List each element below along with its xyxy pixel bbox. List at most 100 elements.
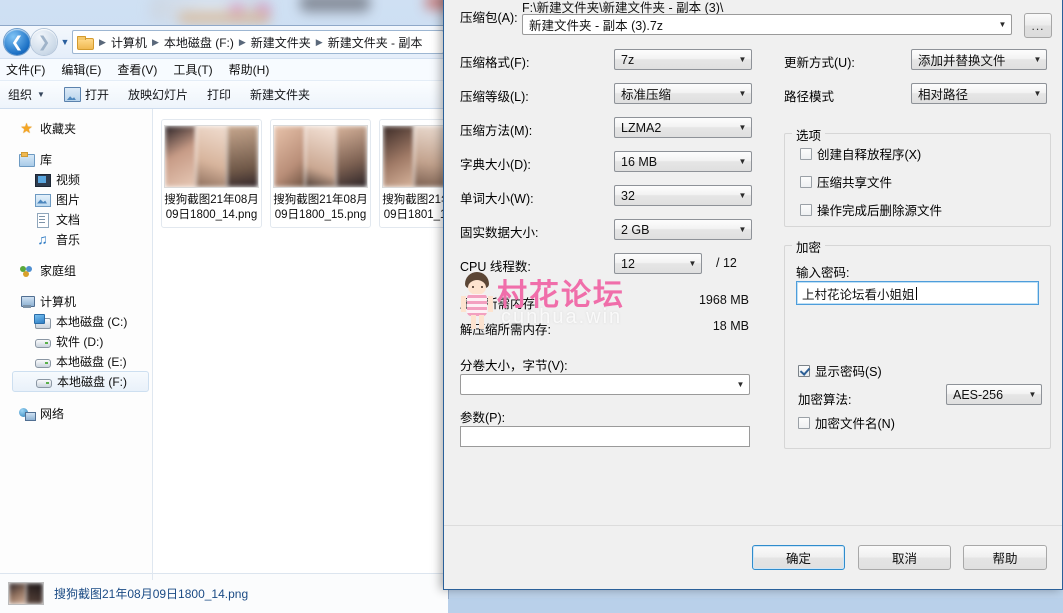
slideshow-button[interactable]: 放映幻灯片	[128, 86, 188, 103]
sidebar-item-documents[interactable]: 文档	[0, 209, 152, 229]
breadcrumb-separator: ▶	[238, 36, 246, 47]
back-arrow-icon[interactable]: ❮	[4, 29, 30, 55]
checkbox-box	[798, 416, 810, 429]
blurred-backdrop-shape	[178, 12, 270, 24]
open-button[interactable]: 打开	[63, 86, 109, 103]
drive-icon	[35, 374, 52, 389]
memory-compress-label: 压缩所需内存:	[460, 297, 539, 311]
breadcrumb-item-computer[interactable]: 计算机	[110, 34, 148, 51]
sidebar-item-music[interactable]: ♫ 音乐	[0, 229, 152, 249]
dictionary-combo[interactable]: 16 MB ▼	[614, 151, 752, 172]
explorer-window: ❮ ❯ ▼ ▶ 计算机 ▶ 本地磁盘 (F:) ▶ 新建文件夹 ▶ 新建文件夹 …	[0, 26, 448, 613]
sidebar-item-label: 图片	[56, 192, 81, 207]
checkbox-compress-shared[interactable]: 压缩共享文件	[800, 172, 892, 191]
thumbnail-grid: 搜狗截图21年08月09日1800_14.png 搜狗截图21年08月09日18…	[161, 119, 448, 228]
details-pane-label: 搜狗截图21年08月09日1800_14.png	[54, 587, 249, 601]
list-item[interactable]: 搜狗截图21年08月09日1800_15.png	[270, 119, 371, 228]
format-combo[interactable]: 7z ▼	[614, 49, 752, 70]
password-input[interactable]: 上村花论坛看小姐姐	[796, 281, 1039, 305]
word-size-label: 单词大小(W):	[460, 192, 534, 206]
menu-tools[interactable]: 工具(T)	[173, 61, 212, 78]
checkbox-label: 压缩共享文件	[817, 176, 893, 190]
menu-edit[interactable]: 编辑(E)	[61, 61, 101, 78]
sidebar-item-libraries[interactable]: 库	[0, 149, 152, 169]
breadcrumb[interactable]: ▶ 计算机 ▶ 本地磁盘 (F:) ▶ 新建文件夹 ▶ 新建文件夹 - 副本	[72, 30, 444, 54]
chevron-down-icon: ▼	[738, 89, 747, 98]
cpu-threads-label: CPU 线程数:	[460, 260, 531, 274]
explorer-menu-bar: 文件(F) 编辑(E) 查看(V) 工具(T) 帮助(H)	[0, 59, 448, 81]
ok-button[interactable]: 确定	[752, 545, 845, 570]
menu-view[interactable]: 查看(V)	[117, 61, 157, 78]
help-button[interactable]: 帮助	[963, 545, 1047, 570]
text-caret	[915, 286, 917, 300]
breadcrumb-item-folder[interactable]: 新建文件夹	[250, 34, 312, 51]
breadcrumb-separator: ▶	[99, 36, 106, 47]
level-combo[interactable]: 标准压缩 ▼	[614, 83, 752, 104]
solid-block-combo[interactable]: 2 GB ▼	[614, 219, 752, 240]
chevron-down-icon: ▼	[1033, 55, 1042, 64]
checkbox-show-password[interactable]: 显示密码(S)	[798, 361, 882, 380]
list-item[interactable]: 搜狗截图21年08月09日1800_14.png	[161, 119, 262, 228]
breadcrumb-item-folder-copy[interactable]: 新建文件夹 - 副本	[327, 34, 424, 51]
drive-icon	[34, 334, 51, 349]
chevron-down-icon: ▼	[688, 259, 697, 268]
sidebar-item-videos[interactable]: 视频	[0, 169, 152, 189]
list-item[interactable]: 搜狗截图21年08月09日1801_16.png	[379, 119, 448, 228]
sidebar-item-drive-f[interactable]: 本地磁盘 (F:)	[12, 371, 149, 392]
print-button[interactable]: 打印	[207, 86, 231, 103]
sidebar-item-homegroup[interactable]: 家庭组	[0, 260, 152, 280]
update-mode-combo[interactable]: 添加并替换文件 ▼	[911, 49, 1047, 70]
sidebar-item-drive-d[interactable]: 软件 (D:)	[0, 331, 152, 351]
chevron-down-icon: ▼	[37, 90, 45, 99]
sidebar-item-pictures[interactable]: 图片	[0, 189, 152, 209]
chevron-down-icon: ▼	[738, 191, 747, 200]
browse-button[interactable]: ...	[1024, 13, 1052, 38]
encryption-algorithm-combo[interactable]: AES-256 ▼	[946, 384, 1042, 405]
sidebar-item-network[interactable]: 网络	[0, 403, 152, 423]
volume-size-combo[interactable]: ▼	[460, 374, 750, 395]
archive-name-combo[interactable]: 新建文件夹 - 副本 (3).7z ▼	[522, 14, 1012, 35]
details-pane-divider	[152, 508, 153, 580]
breadcrumb-item-drive-f[interactable]: 本地磁盘 (F:)	[163, 34, 235, 51]
word-size-combo[interactable]: 32 ▼	[614, 185, 752, 206]
sidebar-item-drive-e[interactable]: 本地磁盘 (E:)	[0, 351, 152, 371]
cancel-button[interactable]: 取消	[858, 545, 951, 570]
checkbox-delete-after[interactable]: 操作完成后删除源文件	[800, 200, 942, 219]
computer-icon	[18, 294, 35, 309]
chevron-down-icon: ▼	[998, 20, 1007, 29]
solid-block-value: 2 GB	[621, 222, 650, 237]
sidebar-item-computer[interactable]: 计算机	[0, 291, 152, 311]
path-mode-combo[interactable]: 相对路径 ▼	[911, 83, 1047, 104]
breadcrumb-separator: ▶	[315, 36, 323, 47]
encryption-group-title: 加密	[792, 237, 826, 256]
new-folder-button[interactable]: 新建文件夹	[250, 86, 310, 103]
sidebar-item-label: 本地磁盘 (C:)	[56, 314, 128, 329]
parameters-input[interactable]	[460, 426, 750, 447]
level-value: 标准压缩	[621, 88, 672, 102]
method-combo[interactable]: LZMA2 ▼	[614, 117, 752, 138]
volume-size-label: 分卷大小，字节(V):	[460, 359, 568, 373]
sidebar-item-favorites[interactable]: ★ 收藏夹	[0, 118, 152, 138]
sidebar-item-drive-c[interactable]: 本地磁盘 (C:)	[0, 311, 152, 331]
options-group-title: 选项	[792, 125, 826, 144]
file-list-pane[interactable]: 搜狗截图21年08月09日1800_14.png 搜狗截图21年08月09日18…	[153, 109, 448, 573]
checkbox-create-sfx[interactable]: 创建自释放程序(X)	[800, 144, 921, 163]
cpu-threads-combo[interactable]: 12 ▼	[614, 253, 702, 274]
menu-file[interactable]: 文件(F)	[6, 61, 45, 78]
menu-help[interactable]: 帮助(H)	[229, 61, 270, 78]
archive-name-value: 新建文件夹 - 副本 (3).7z	[529, 19, 664, 33]
solid-block-label: 固实数据大小:	[460, 226, 539, 240]
video-icon	[34, 172, 51, 187]
organize-button[interactable]: 组织 ▼	[8, 86, 45, 103]
forward-arrow-icon[interactable]: ❯	[31, 29, 57, 55]
chevron-down-icon: ▼	[738, 123, 747, 132]
checkbox-label: 操作完成后删除源文件	[817, 204, 943, 218]
picture-icon	[34, 192, 51, 207]
library-icon	[18, 151, 35, 167]
checkbox-label: 加密文件名(N)	[815, 417, 895, 431]
dictionary-label: 字典大小(D):	[460, 158, 531, 172]
checkbox-encrypt-filenames[interactable]: 加密文件名(N)	[798, 413, 895, 432]
chevron-down-icon[interactable]: ▼	[58, 37, 72, 47]
